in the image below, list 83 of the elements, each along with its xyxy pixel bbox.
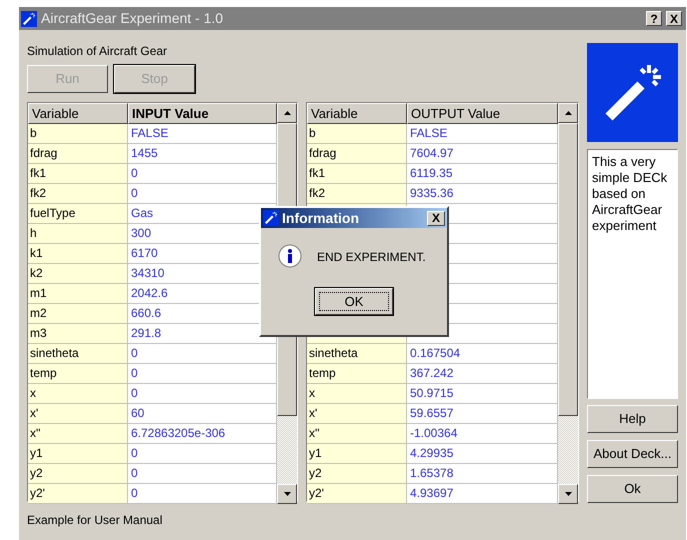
value-cell: 0.167504 — [407, 344, 558, 364]
value-cell: 60 — [128, 404, 277, 424]
variable-cell: y1 — [28, 444, 128, 464]
value-cell: 0 — [128, 444, 277, 464]
value-cell: 4.93697 — [407, 484, 558, 504]
up-arrow-icon — [284, 111, 290, 115]
column-header[interactable]: Variable — [28, 103, 128, 124]
column-header[interactable]: OUTPUT Value — [407, 103, 558, 124]
value-cell: 4.29935 — [407, 444, 558, 464]
value-cell: 7604.97 — [407, 144, 558, 164]
dialog-message: END EXPERIMENT. — [317, 249, 426, 266]
footer-text: Example for User Manual — [27, 512, 164, 528]
variable-cell: k1 — [28, 244, 128, 264]
value-cell: 367.242 — [407, 364, 558, 384]
value-cell: 0 — [128, 484, 277, 504]
subtitle: Simulation of Aircraft Gear — [27, 43, 168, 59]
variable-cell: k2 — [28, 264, 128, 284]
down-arrow-icon — [284, 492, 290, 496]
scrollbar[interactable] — [558, 103, 578, 504]
variable-cell: b — [28, 124, 128, 144]
variable-cell: m1 — [28, 284, 128, 304]
value-cell: 0 — [128, 184, 277, 204]
value-cell: 1.65378 — [407, 464, 558, 484]
up-arrow-icon — [564, 111, 572, 115]
window-title: AircraftGear Experiment - 1.0 — [41, 9, 224, 28]
variable-cell: m3 — [28, 324, 128, 344]
variable-cell: h — [28, 224, 128, 244]
value-cell: 6.72863205e-306 — [128, 424, 277, 444]
column-header[interactable]: INPUT Value — [128, 103, 277, 124]
value-cell: 50.9715 — [407, 384, 558, 404]
scroll-thumb[interactable] — [558, 123, 578, 416]
variable-cell: x'' — [28, 424, 128, 444]
variable-cell: m2 — [28, 304, 128, 324]
scroll-down-button[interactable] — [277, 484, 297, 504]
variable-cell: y2' — [28, 484, 128, 504]
side-button[interactable]: Help — [587, 405, 678, 433]
side-button[interactable]: Ok — [587, 475, 678, 503]
variable-cell: fuelType — [28, 204, 128, 224]
variable-cell: x' — [307, 404, 407, 424]
value-cell: 1455 — [128, 144, 277, 164]
variable-cell: sinetheta — [307, 344, 407, 364]
variable-cell: sinetheta — [28, 344, 128, 364]
value-cell: 59.6557 — [407, 404, 558, 424]
variable-cell: x — [28, 384, 128, 404]
value-cell: FALSE — [128, 124, 277, 144]
value-cell: 9335.36 — [407, 184, 558, 204]
help-button[interactable]: ? — [646, 11, 662, 26]
scroll-up-button[interactable] — [558, 103, 578, 123]
variable-cell: y2 — [307, 464, 407, 484]
variable-cell: y1 — [307, 444, 407, 464]
value-cell: 0 — [128, 164, 277, 184]
scroll-down-button[interactable] — [558, 484, 578, 504]
side-button[interactable]: About Deck... — [587, 440, 678, 468]
variable-cell: y2 — [28, 464, 128, 484]
close-button[interactable]: X — [666, 11, 682, 26]
down-arrow-icon — [564, 492, 572, 496]
value-cell: 6119.35 — [407, 164, 558, 184]
variable-cell: fdrag — [28, 144, 128, 164]
variable-cell: x — [307, 384, 407, 404]
variable-cell: y2' — [307, 484, 407, 504]
variable-cell: fk1 — [28, 164, 128, 184]
scroll-up-button[interactable] — [277, 103, 297, 123]
variable-cell: temp — [28, 364, 128, 384]
variable-cell: fk1 — [307, 164, 407, 184]
value-cell: FALSE — [407, 124, 558, 144]
value-cell: 0 — [128, 344, 277, 364]
value-cell: 0 — [128, 384, 277, 404]
variable-cell: fdrag — [307, 144, 407, 164]
dialog-close-button[interactable]: X — [427, 210, 445, 226]
variable-cell: x' — [28, 404, 128, 424]
description-box: This a very simple DECk based on AircraftGear experiment — [587, 149, 678, 399]
value-cell: -1.00364 — [407, 424, 558, 444]
variable-cell: temp — [307, 364, 407, 384]
value-cell: 0 — [128, 464, 277, 484]
dialog-title: Information — [282, 208, 359, 228]
variable-cell: b — [307, 124, 407, 144]
variable-cell: x'' — [307, 424, 407, 444]
variable-cell: fk2 — [307, 184, 407, 204]
info-icon — [277, 244, 303, 270]
value-cell: 0 — [128, 364, 277, 384]
dialog-ok-button[interactable]: OK — [315, 288, 393, 315]
column-header[interactable]: Variable — [307, 103, 407, 124]
variable-cell: fk2 — [28, 184, 128, 204]
